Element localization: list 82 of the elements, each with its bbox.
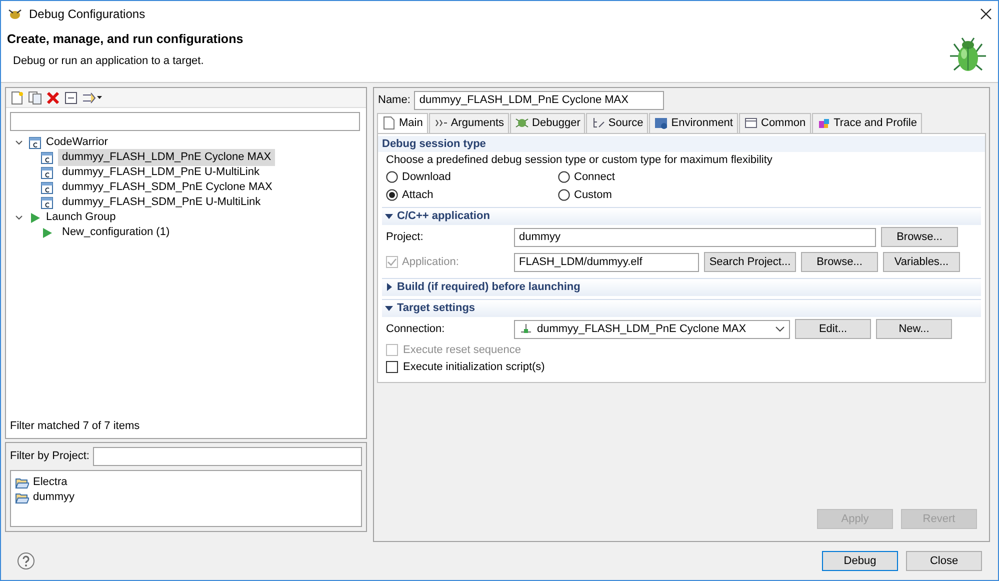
input-field[interactable]: dummyy bbox=[514, 228, 876, 246]
connection-icon bbox=[519, 323, 533, 335]
dropdown-icon bbox=[775, 325, 785, 333]
section-header[interactable]: C/C++ application bbox=[382, 206, 981, 224]
select-value: dummyy_FLASH_LDM_PnE Cyclone MAX bbox=[537, 322, 748, 337]
radio-label[interactable]: Attach bbox=[402, 187, 434, 204]
bug-icon bbox=[7, 6, 23, 20]
tab[interactable]: Common bbox=[739, 113, 811, 132]
play-icon bbox=[28, 210, 42, 224]
config-icon bbox=[40, 196, 54, 210]
tab-icon bbox=[816, 116, 831, 130]
checkbox-label[interactable]: Execute initialization script(s) bbox=[403, 358, 545, 376]
tab[interactable]: Main bbox=[377, 113, 428, 132]
radio-button[interactable] bbox=[386, 189, 398, 202]
section-description: Choose a predefined debug session type or custom type for maximum flexibility bbox=[385, 153, 774, 168]
new-file-icon[interactable] bbox=[10, 90, 24, 104]
radio-button[interactable] bbox=[386, 170, 398, 183]
project-item[interactable]: Electra bbox=[33, 474, 68, 491]
tab-icon bbox=[744, 116, 758, 130]
tab[interactable]: Trace and Profile bbox=[812, 113, 922, 132]
radio-label[interactable]: Download bbox=[402, 168, 451, 185]
radio-label[interactable]: Connect bbox=[574, 168, 615, 185]
window-title: Debug Configurations bbox=[29, 6, 146, 22]
button[interactable]: Browse... bbox=[881, 227, 958, 247]
dialog-title: Create, manage, and run configurations bbox=[7, 31, 244, 48]
tree-item[interactable]: New_configuration (1) bbox=[58, 224, 174, 241]
config-icon bbox=[40, 150, 54, 164]
field-label: Filter by Project: bbox=[10, 449, 90, 464]
radio-label[interactable]: Custom bbox=[574, 187, 612, 204]
help-icon[interactable] bbox=[17, 552, 35, 570]
tab-icon bbox=[654, 116, 668, 130]
connection-select[interactable]: dummyy_FLASH_LDM_PnE Cyclone MAX bbox=[514, 320, 790, 338]
tab[interactable]: Arguments bbox=[428, 113, 510, 132]
field-label: Name: bbox=[378, 93, 410, 108]
config-group-icon bbox=[28, 136, 42, 150]
tree-item[interactable]: dummyy_FLASH_SDM_PnE U-MultiLink bbox=[58, 194, 265, 211]
collapse-icon[interactable] bbox=[64, 90, 78, 104]
filter-field[interactable] bbox=[10, 112, 360, 131]
project-item[interactable]: dummyy bbox=[33, 489, 75, 506]
copy-icon[interactable] bbox=[28, 90, 42, 104]
section-heading: Debug session type bbox=[378, 136, 985, 152]
field-label: Connection: bbox=[386, 322, 445, 337]
radio-button[interactable] bbox=[558, 170, 570, 183]
name-field[interactable]: dummyy_FLASH_LDM_PnE Cyclone MAX bbox=[414, 91, 664, 110]
folder-icon bbox=[15, 492, 29, 504]
field-label: Application: bbox=[402, 254, 459, 270]
button[interactable]: Close bbox=[906, 551, 982, 571]
tree-item[interactable]: dummyy_FLASH_SDM_PnE Cyclone MAX bbox=[58, 179, 276, 196]
filter-status: Filter matched 7 of 7 items bbox=[9, 418, 141, 434]
caret-down-icon bbox=[385, 212, 393, 220]
tab[interactable]: Debugger bbox=[510, 113, 586, 132]
radio-button[interactable] bbox=[558, 189, 570, 202]
config-icon bbox=[40, 166, 54, 180]
section-header[interactable]: Target settings bbox=[382, 298, 981, 316]
close-icon[interactable] bbox=[980, 8, 992, 20]
chevron-down-icon[interactable] bbox=[14, 138, 24, 148]
tree-item[interactable]: dummyy_FLASH_LDM_PnE Cyclone MAX bbox=[58, 149, 276, 166]
dialog-subtitle: Debug or run an application to a target. bbox=[12, 54, 205, 69]
button[interactable]: Debug bbox=[822, 551, 898, 571]
tree-item[interactable]: dummyy_FLASH_LDM_PnE U-MultiLink bbox=[58, 164, 264, 181]
delete-icon[interactable] bbox=[46, 90, 60, 104]
tab-icon bbox=[382, 116, 396, 130]
tab[interactable]: Environment bbox=[649, 113, 738, 132]
checkbox[interactable] bbox=[386, 361, 398, 373]
config-icon bbox=[40, 180, 54, 194]
caret-down-icon bbox=[385, 304, 393, 312]
tab[interactable]: Source bbox=[586, 113, 648, 132]
tree-item[interactable]: Launch Group bbox=[46, 209, 116, 226]
checkbox-label: Execute reset sequence bbox=[403, 342, 522, 358]
section-header[interactable]: Build (if required) before launching bbox=[382, 278, 981, 296]
field-label: Project: bbox=[386, 230, 424, 245]
button[interactable]: New... bbox=[876, 319, 952, 339]
filter-icon[interactable] bbox=[82, 90, 102, 104]
chevron-down-icon[interactable] bbox=[14, 212, 24, 222]
button[interactable]: Edit... bbox=[795, 319, 871, 339]
caret-right-icon bbox=[385, 283, 393, 291]
tree-item[interactable]: CodeWarrior bbox=[46, 134, 108, 151]
tab-icon bbox=[591, 116, 606, 130]
play-icon bbox=[40, 226, 54, 240]
tab-icon bbox=[515, 116, 530, 130]
folder-icon bbox=[15, 476, 29, 488]
project-filter-field[interactable] bbox=[93, 447, 362, 466]
